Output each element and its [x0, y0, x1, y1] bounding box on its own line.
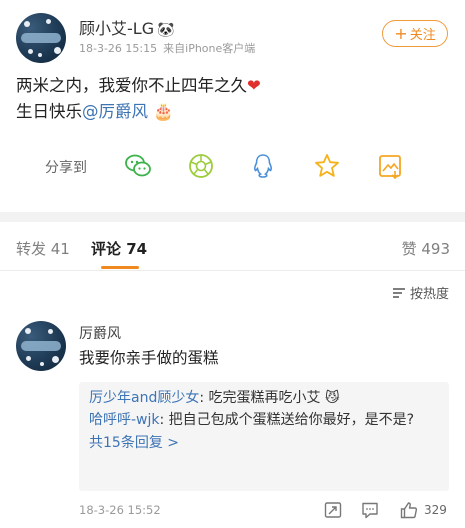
post-line-2: 生日快乐@厉爵风 🎂 [16, 99, 261, 125]
comment-author-avatar[interactable] [16, 321, 66, 371]
post-source: 来自iPhone客户端 [163, 42, 256, 55]
plus-icon: + [394, 23, 408, 43]
reply-item: 哈呼呼-wjk: 把自己包成个蛋糕送给你最好，是不是? [89, 409, 439, 431]
wechat-icon[interactable] [124, 152, 152, 180]
moments-icon[interactable] [187, 152, 215, 180]
sort-icon [392, 287, 405, 298]
reply-author[interactable]: 哈呼呼-wjk [89, 412, 160, 428]
qq-icon[interactable] [249, 152, 277, 180]
post-meta: 18-3-26 15:15 来自iPhone客户端 [79, 40, 255, 56]
tab-comments[interactable]: 评论 74 [91, 238, 147, 259]
post-author-name[interactable]: 顾小艾-LG 🐼 [79, 15, 175, 39]
reply-text: : 吃完蛋糕再吃小艾 [199, 390, 321, 406]
reply-item: 厉少年and顾少女: 吃完蛋糕再吃小艾 😼 [89, 387, 439, 409]
save-image-icon[interactable] [376, 152, 404, 180]
replies-box[interactable]: 厉少年and顾少女: 吃完蛋糕再吃小艾 😼 哈呼呼-wjk: 把自己包成个蛋糕送… [79, 382, 449, 491]
section-divider [0, 212, 465, 222]
post-text-2: 生日快乐 [16, 102, 82, 121]
heart-icon: ❤ [247, 76, 261, 95]
comment-like-count: 329 [424, 503, 447, 517]
repost-icon[interactable] [323, 500, 343, 520]
reply-text: : 把自己包成个蛋糕送给你最好，是不是? [159, 412, 415, 428]
comment-icon[interactable] [360, 500, 380, 520]
tab-likes[interactable]: 赞 493 [402, 238, 450, 259]
post-author-name-text[interactable]: 顾小艾-LG [79, 19, 154, 38]
favorite-star-icon[interactable] [313, 152, 341, 180]
like-icon[interactable] [399, 500, 419, 520]
tabs-divider [0, 270, 465, 271]
post-time: 18-3-26 15:15 [79, 42, 158, 55]
comment-time: 18-3-26 15:52 [79, 503, 161, 517]
comment-author-name[interactable]: 厉爵风 [79, 323, 121, 343]
tab-reposts[interactable]: 转发 41 [16, 238, 70, 259]
more-replies-link[interactable]: 共15条回复 > [89, 432, 439, 454]
follow-button[interactable]: + 关注 [382, 20, 448, 47]
cake-icon: 🎂 [153, 102, 174, 121]
comment-text: 我要你亲手做的蛋糕 [79, 349, 219, 367]
sort-label: 按热度 [409, 287, 449, 302]
mention-link[interactable]: @厉爵风 [82, 102, 148, 121]
post-text-1: 两米之内，我爱你不止四年之久 [16, 76, 247, 95]
share-label: 分享到 [45, 160, 87, 176]
sort-button[interactable]: 按热度 [392, 283, 449, 302]
post-author-avatar[interactable] [16, 13, 66, 63]
reply-author[interactable]: 厉少年and顾少女 [89, 390, 199, 406]
active-tab-indicator [101, 266, 139, 269]
post-line-1: 两米之内，我爱你不止四年之久❤ [16, 73, 261, 99]
panda-icon: 🐼 [157, 22, 175, 38]
follow-label: 关注 [409, 28, 436, 43]
post-content: 两米之内，我爱你不止四年之久❤ 生日快乐@厉爵风 🎂 [16, 73, 261, 125]
cat-face-icon: 😼 [324, 390, 340, 406]
